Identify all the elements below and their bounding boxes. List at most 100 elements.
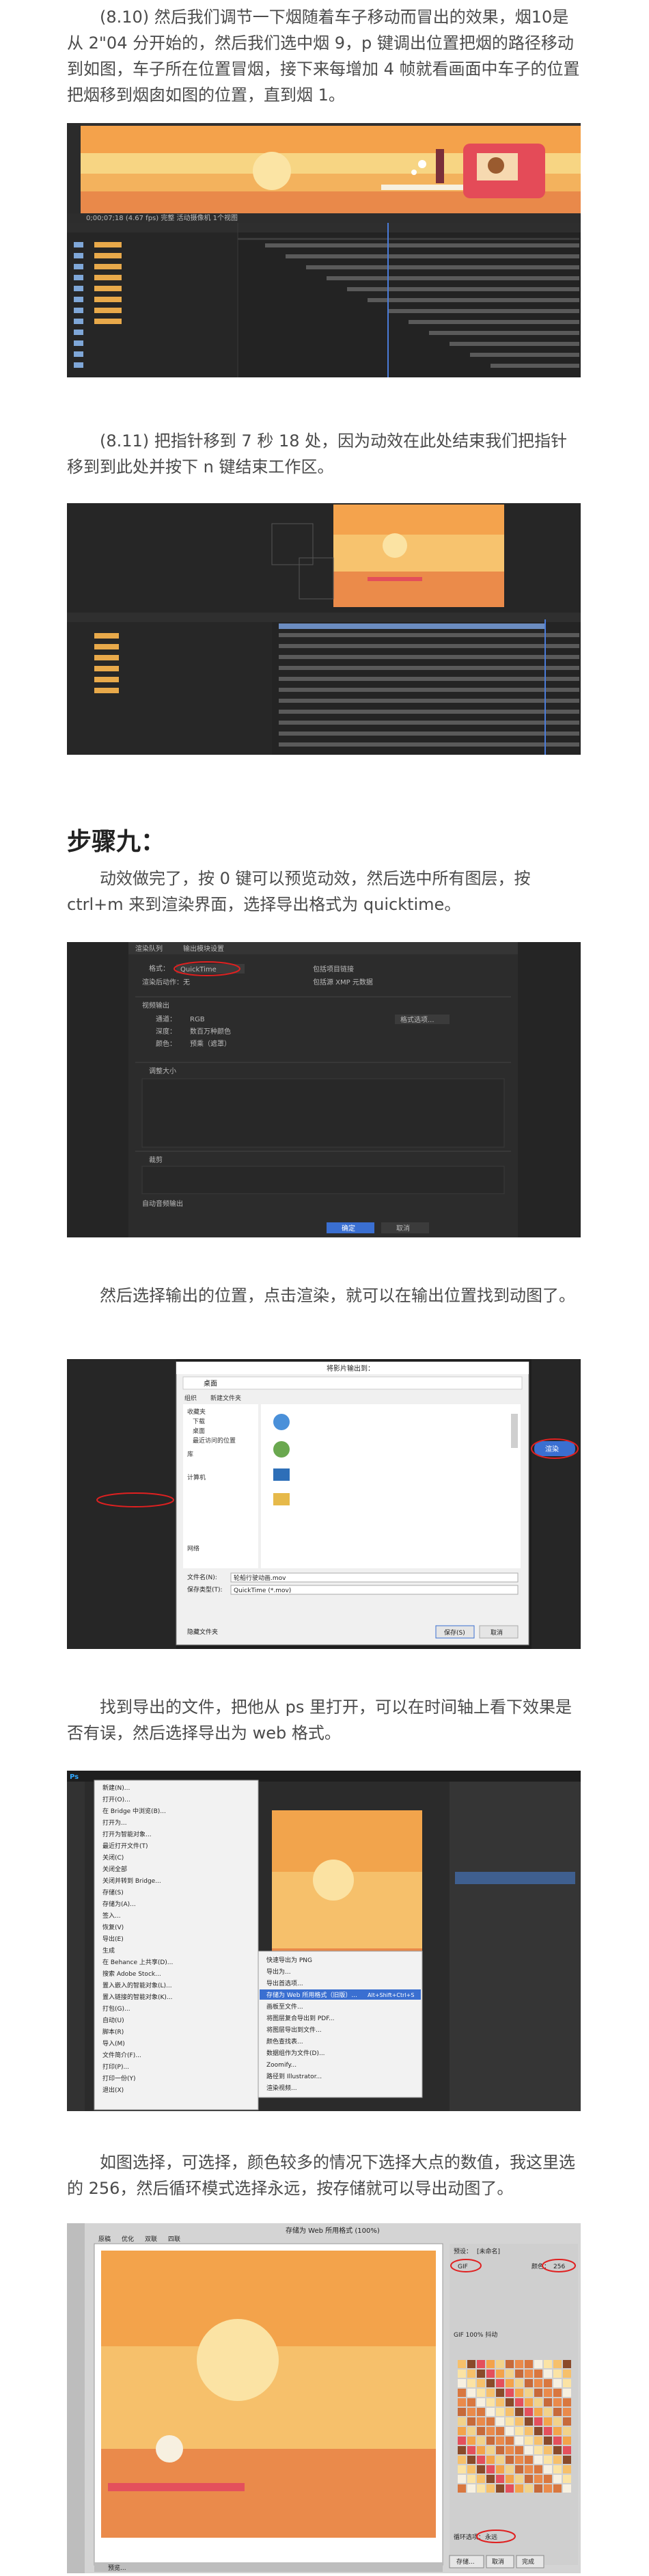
color-swatch[interactable]	[486, 2370, 495, 2378]
color-swatch[interactable]	[563, 2446, 571, 2454]
file-menu-item[interactable]: 关闭(C)	[102, 1853, 124, 1862]
color-swatch[interactable]	[467, 2370, 475, 2378]
preset-select[interactable]: [未命名]	[477, 2247, 500, 2255]
tab-render-queue[interactable]: 渲染队列	[135, 944, 163, 953]
color-swatch[interactable]	[534, 2484, 542, 2493]
format-value[interactable]: QuickTime	[180, 966, 217, 974]
video-output-checkbox[interactable]: 视频输出	[142, 1001, 169, 1010]
color-swatch[interactable]	[467, 2446, 475, 2454]
color-swatch[interactable]	[496, 2408, 504, 2416]
file-menu-item[interactable]: 导入(M)	[102, 2040, 125, 2048]
color-swatch[interactable]	[534, 2446, 542, 2454]
color-swatch[interactable]	[467, 2417, 475, 2426]
color-value[interactable]: 预乘（遮罩）	[190, 1039, 231, 1048]
color-swatch[interactable]	[486, 2437, 495, 2445]
color-swatch[interactable]	[563, 2484, 571, 2493]
color-swatch[interactable]	[553, 2475, 562, 2483]
depth-value[interactable]: 数百万种颜色	[190, 1027, 231, 1036]
color-swatch[interactable]	[467, 2379, 475, 2387]
hide-folders-toggle[interactable]: 隐藏文件夹	[187, 1628, 218, 1636]
file-menu-item[interactable]: 置入嵌入的智能对象(L)...	[102, 1981, 172, 1989]
color-swatch[interactable]	[506, 2484, 514, 2493]
color-swatch[interactable]	[496, 2370, 504, 2378]
color-swatch[interactable]	[544, 2360, 552, 2368]
color-swatch[interactable]	[515, 2475, 523, 2483]
organize-button[interactable]: 组织	[184, 1394, 197, 1402]
include-source-xmp[interactable]: 包括源 XMP 元数据	[313, 978, 373, 987]
color-swatch[interactable]	[458, 2475, 466, 2483]
color-swatch[interactable]	[496, 2456, 504, 2464]
cancel-button[interactable]: 取消	[491, 1628, 503, 1637]
file-menu-item[interactable]: 打印一份(Y)	[102, 2074, 136, 2082]
color-swatch[interactable]	[525, 2437, 533, 2445]
color-swatch[interactable]	[506, 2427, 514, 2435]
color-swatch[interactable]	[506, 2465, 514, 2473]
color-swatch[interactable]	[506, 2398, 514, 2406]
format-options-button[interactable]: 格式选项...	[400, 1015, 434, 1024]
color-swatch[interactable]	[525, 2446, 533, 2454]
color-swatch[interactable]	[486, 2398, 495, 2406]
color-swatch[interactable]	[486, 2484, 495, 2493]
color-swatch[interactable]	[496, 2437, 504, 2445]
color-swatch[interactable]	[515, 2398, 523, 2406]
color-swatch[interactable]	[467, 2389, 475, 2397]
color-swatch[interactable]	[486, 2427, 495, 2435]
file-menu-item[interactable]: 打开为智能对象...	[102, 1830, 152, 1838]
color-swatch[interactable]	[534, 2465, 542, 2473]
color-swatch[interactable]	[477, 2398, 485, 2406]
export-submenu-item[interactable]: 画板至文件...	[266, 2002, 303, 2011]
color-swatch[interactable]	[525, 2398, 533, 2406]
color-swatch[interactable]	[534, 2437, 542, 2445]
color-swatch[interactable]	[467, 2408, 475, 2416]
preview-button[interactable]: 预览...	[108, 2564, 126, 2572]
color-swatch[interactable]	[515, 2446, 523, 2454]
file-menu-item[interactable]: 退出(X)	[102, 2086, 124, 2094]
color-swatch[interactable]	[477, 2475, 485, 2483]
export-submenu-item[interactable]: 导出首选项...	[266, 1979, 303, 1987]
color-swatch[interactable]	[515, 2379, 523, 2387]
color-swatch[interactable]	[525, 2379, 533, 2387]
color-swatch[interactable]	[525, 2456, 533, 2464]
file-menu-item[interactable]: 打开为...	[102, 1819, 127, 1827]
color-swatch[interactable]	[467, 2456, 475, 2464]
color-swatch[interactable]	[534, 2456, 542, 2464]
color-swatch[interactable]	[486, 2417, 495, 2426]
color-swatch[interactable]	[477, 2389, 485, 2397]
nav-computer[interactable]: 计算机	[187, 1473, 206, 1481]
file-menu-item[interactable]: 置入链接的智能对象(K)...	[102, 1993, 173, 2001]
color-swatch[interactable]	[544, 2465, 552, 2473]
color-swatch[interactable]	[544, 2484, 552, 2493]
nav-recent[interactable]: 最近访问的位置	[193, 1436, 236, 1445]
export-submenu-item[interactable]: 快速导出为 PNG	[266, 1956, 312, 1964]
color-swatch[interactable]	[553, 2398, 562, 2406]
color-swatch[interactable]	[458, 2360, 466, 2368]
colors-select[interactable]: 256	[553, 2264, 565, 2270]
color-swatch[interactable]	[525, 2389, 533, 2397]
export-submenu-item[interactable]: 存储为 Web 所用格式（旧版）...	[266, 1991, 357, 1999]
file-menu-item[interactable]: 文件简介(F)...	[102, 2051, 141, 2059]
color-swatch[interactable]	[477, 2465, 485, 2473]
file-menu-item[interactable]: 恢复(V)	[102, 1923, 124, 1931]
color-swatch[interactable]	[496, 2465, 504, 2473]
render-button[interactable]: 渲染	[545, 1445, 559, 1453]
color-swatch[interactable]	[563, 2417, 571, 2426]
color-swatch[interactable]	[563, 2379, 571, 2387]
file-menu-item[interactable]: 签入...	[102, 1911, 121, 1920]
color-swatch[interactable]	[506, 2370, 514, 2378]
color-swatch[interactable]	[553, 2408, 562, 2416]
color-swatch[interactable]	[525, 2427, 533, 2435]
color-swatch[interactable]	[506, 2389, 514, 2397]
color-swatch[interactable]	[544, 2417, 552, 2426]
channels-value[interactable]: RGB	[190, 1016, 205, 1023]
color-swatch[interactable]	[553, 2465, 562, 2473]
nav-libraries[interactable]: 库	[187, 1450, 193, 1458]
color-swatch[interactable]	[477, 2379, 485, 2387]
color-swatch[interactable]	[515, 2456, 523, 2464]
color-swatch[interactable]	[486, 2389, 495, 2397]
color-swatch[interactable]	[477, 2427, 485, 2435]
color-swatch[interactable]	[506, 2360, 514, 2368]
color-swatch[interactable]	[467, 2437, 475, 2445]
ok-button[interactable]: 确定	[342, 1224, 355, 1233]
include-project-link[interactable]: 包括项目链接	[313, 965, 354, 974]
file-menu-item[interactable]: 搜索 Adobe Stock...	[102, 1970, 161, 1978]
